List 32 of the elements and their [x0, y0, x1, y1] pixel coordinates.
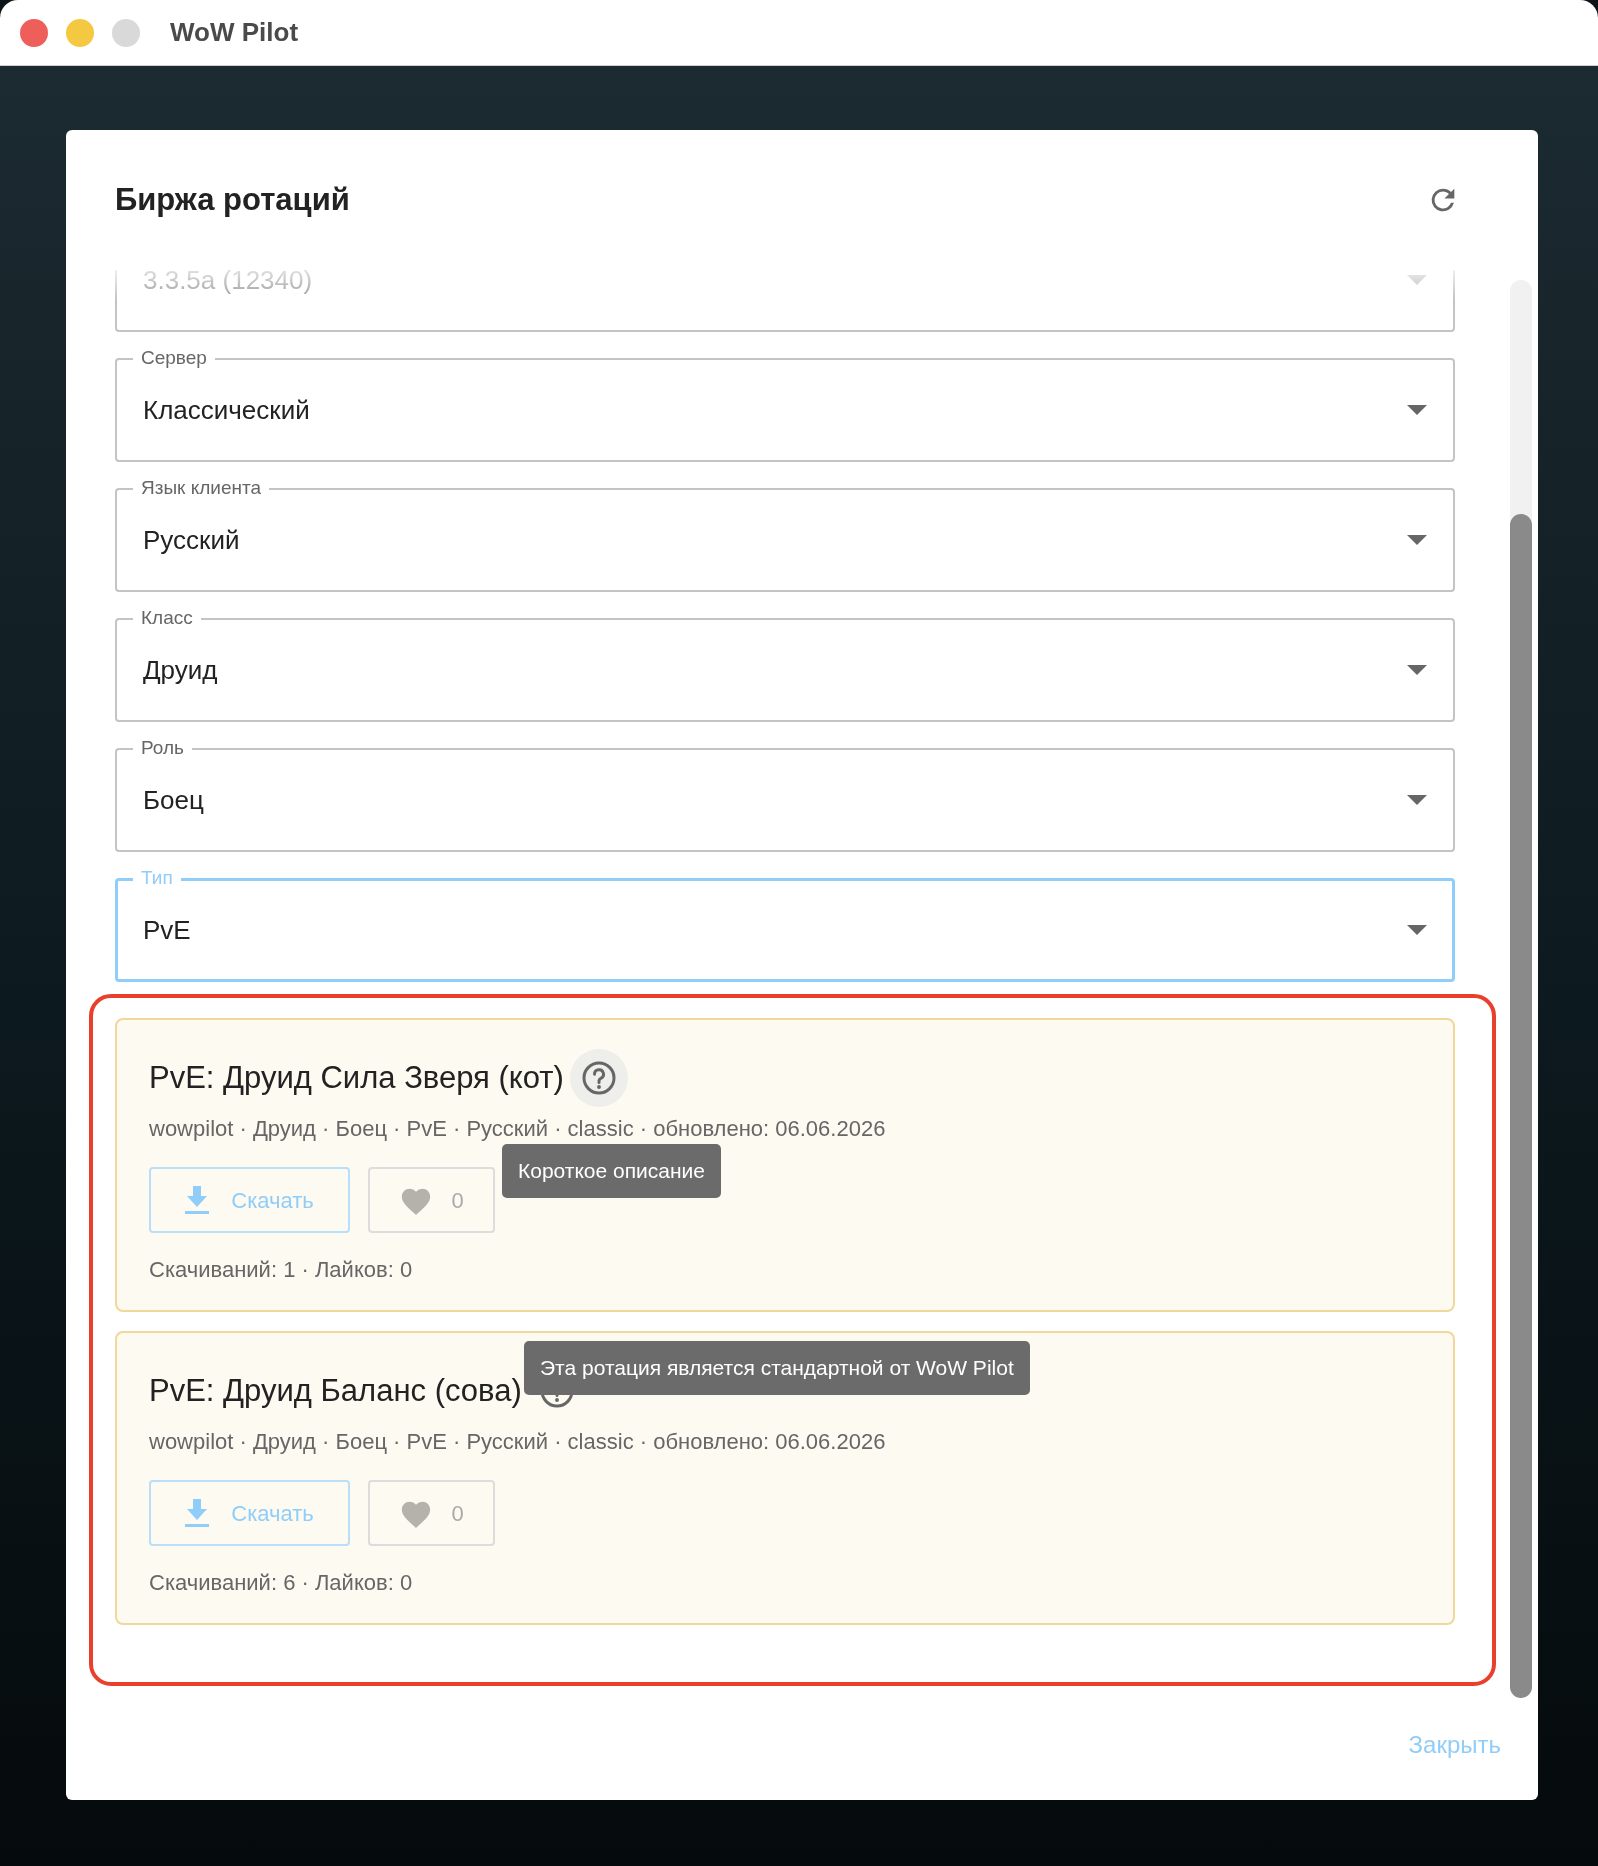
download-button[interactable]: Скачать — [149, 1167, 350, 1233]
rotation-title: PvE: Друид Баланс (сова) — [149, 1371, 522, 1410]
like-button[interactable]: 0 — [368, 1167, 495, 1233]
like-button[interactable]: 0 — [368, 1480, 495, 1546]
rotation-meta: wowpilot · Друид · Боец · PvE · Русский · classic · обновлено: 06.06.2026 — [149, 1115, 887, 1143]
dialog-title: Биржа ротаций — [115, 180, 350, 219]
field-value: Друид — [143, 653, 219, 687]
tooltip: Эта ротация является стандартной от WoW Pilot — [524, 1341, 1030, 1395]
window-title: WoW Pilot — [170, 16, 299, 49]
rotation-stats: Скачиваний: 6 · Лайков: 0 — [149, 1569, 414, 1597]
help-icon — [580, 1060, 617, 1096]
download-button[interactable]: Скачать — [149, 1480, 350, 1546]
close-window-button[interactable] — [20, 18, 48, 47]
tooltip: Короткое описание — [502, 1144, 721, 1198]
dropdown-caret-icon — [1407, 925, 1427, 935]
field-value: Боец — [143, 783, 205, 817]
download-icon — [185, 1186, 210, 1214]
rotation-meta: wowpilot · Друид · Боец · PvE · Русский · classic · обновлено: 06.06.2026 — [149, 1428, 887, 1456]
dropdown-caret-icon — [1407, 665, 1427, 675]
field-value: Русский — [143, 523, 241, 557]
dropdown-caret-icon — [1407, 275, 1427, 285]
field-value: 3.3.5a (12340) — [143, 270, 314, 297]
field-value: PvE — [143, 913, 192, 947]
close-button[interactable]: Закрыть — [1404, 1727, 1505, 1763]
dropdown-caret-icon — [1407, 795, 1427, 805]
field-value: Классический — [143, 393, 311, 427]
rotation-title: PvE: Друид Сила Зверя (кот) — [149, 1058, 564, 1097]
rotation-stats: Скачиваний: 1 · Лайков: 0 — [149, 1256, 414, 1284]
download-icon — [185, 1499, 210, 1527]
dropdown-caret-icon — [1407, 405, 1427, 415]
dropdown-caret-icon — [1407, 535, 1427, 545]
scrollbar-thumb[interactable] — [1510, 514, 1532, 1698]
